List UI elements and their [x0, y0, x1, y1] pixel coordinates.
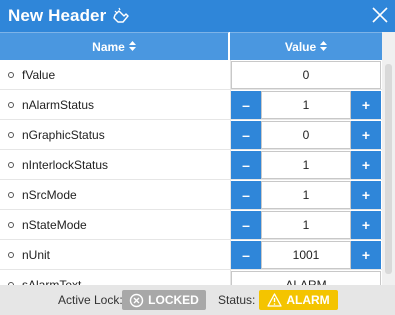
- row-name: nAlarmStatus: [22, 98, 95, 112]
- value-cell: –1 +: [230, 210, 382, 240]
- active-lock-label: Active Lock:: [58, 293, 123, 307]
- column-header-name-label: Name: [92, 39, 125, 54]
- row-bullet-icon: [8, 132, 14, 138]
- value-cell: –1 +: [230, 90, 382, 120]
- value-cell: –1 +: [230, 150, 382, 180]
- row-bullet-icon: [8, 162, 14, 168]
- sort-icon: [128, 40, 136, 53]
- table-row: nStateMode –1 +: [0, 210, 382, 240]
- row-bullet-icon: [8, 252, 14, 258]
- row-name: sAlarmText: [22, 278, 82, 285]
- value-cell: –1 +: [230, 180, 382, 210]
- increment-button[interactable]: +: [351, 181, 381, 209]
- increment-button[interactable]: +: [351, 121, 381, 149]
- table-row: nUnit –1001 +: [0, 240, 382, 270]
- row-bullet-icon: [8, 72, 14, 78]
- decrement-button[interactable]: –: [231, 121, 261, 149]
- decrement-button[interactable]: –: [231, 91, 261, 119]
- row-name: nGraphicStatus: [22, 128, 105, 142]
- row-name: fValue: [22, 68, 56, 82]
- value-input[interactable]: 1: [261, 211, 351, 239]
- warning-icon: [267, 293, 282, 307]
- decrement-button[interactable]: –: [231, 151, 261, 179]
- scrollbar[interactable]: [382, 32, 395, 285]
- row-bullet-icon: [8, 102, 14, 108]
- status-label: Status:: [218, 293, 256, 307]
- column-header-value-label: Value: [284, 39, 317, 54]
- lock-state-text: LOCKED: [148, 293, 199, 307]
- hand-pointer-icon[interactable]: [111, 6, 131, 26]
- table-row: nSrcMode –1 +: [0, 180, 382, 210]
- table-row: sAlarmText ALARM: [0, 270, 382, 285]
- row-name: nInterlockStatus: [22, 158, 109, 172]
- scrollbar-thumb[interactable]: [385, 64, 392, 274]
- cancel-circle-icon: [129, 293, 144, 307]
- column-header-value[interactable]: Value: [230, 32, 382, 60]
- table-row: nInterlockStatus –1 +: [0, 150, 382, 180]
- decrement-button[interactable]: –: [231, 181, 261, 209]
- value-input[interactable]: 1: [261, 91, 351, 119]
- sort-icon: [320, 40, 328, 53]
- value-input[interactable]: 0: [261, 121, 351, 149]
- table-row: nGraphicStatus –0 +: [0, 120, 382, 150]
- increment-button[interactable]: +: [351, 91, 381, 119]
- status-value-text: ALARM: [286, 293, 330, 307]
- table-row: fValue 0: [0, 60, 382, 90]
- value-cell: ALARM: [230, 270, 382, 285]
- increment-button[interactable]: +: [351, 151, 381, 179]
- row-bullet-icon: [8, 222, 14, 228]
- decrement-button[interactable]: –: [231, 211, 261, 239]
- column-header-name[interactable]: Name: [0, 32, 229, 60]
- row-bullet-icon: [8, 192, 14, 198]
- window-header: New Header: [0, 0, 395, 32]
- table-body: fValue 0 nAlarmStatus –1 + nGraphicStatus –0 + n…: [0, 60, 382, 285]
- status-footer: Active Lock: LOCKED Status: ALARM: [0, 285, 395, 315]
- value-cell: –1001 +: [230, 240, 382, 270]
- value-input[interactable]: 1: [261, 181, 351, 209]
- row-name: nStateMode: [22, 218, 87, 232]
- row-name: nSrcMode: [22, 188, 77, 202]
- row-name: nUnit: [22, 248, 51, 262]
- value-input[interactable]: 1001: [261, 241, 351, 269]
- increment-button[interactable]: +: [351, 241, 381, 269]
- value-input[interactable]: ALARM: [231, 271, 381, 285]
- value-input[interactable]: 1: [261, 151, 351, 179]
- increment-button[interactable]: +: [351, 211, 381, 239]
- value-input[interactable]: 0: [231, 61, 381, 89]
- value-cell: –0 +: [230, 120, 382, 150]
- table-row: nAlarmStatus –1 +: [0, 90, 382, 120]
- lock-status-badge: LOCKED: [122, 290, 206, 310]
- value-cell: 0: [230, 60, 382, 90]
- close-icon[interactable]: [370, 5, 390, 25]
- alarm-status-badge: ALARM: [259, 290, 338, 310]
- window-title: New Header: [8, 6, 107, 25]
- decrement-button[interactable]: –: [231, 241, 261, 269]
